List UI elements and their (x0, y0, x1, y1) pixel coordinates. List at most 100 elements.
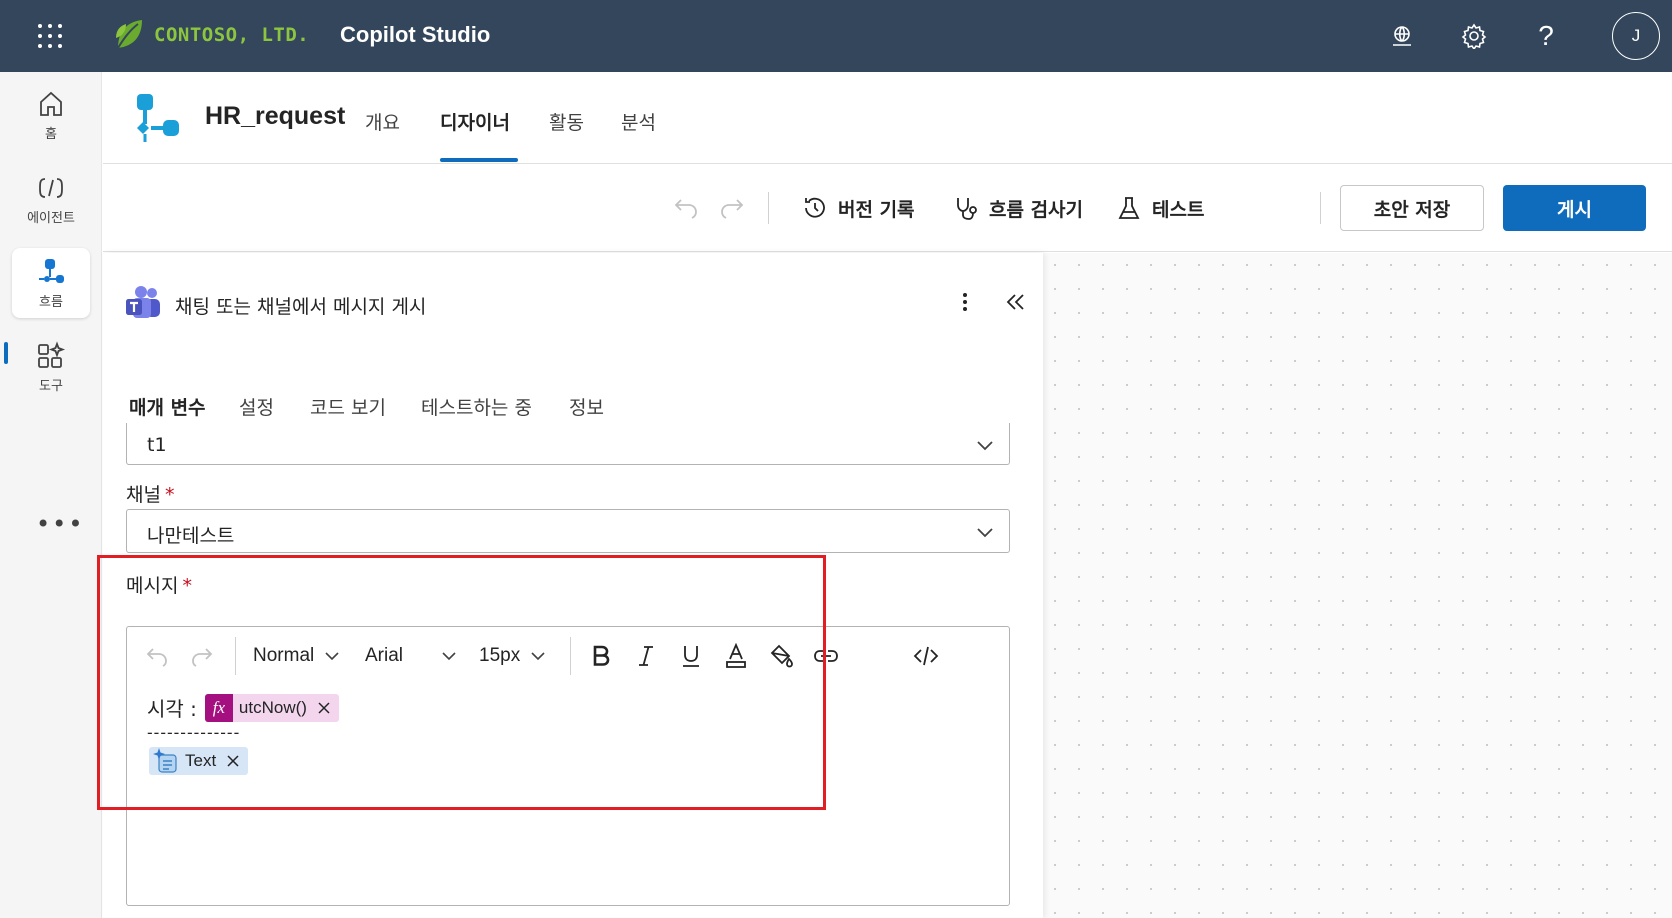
message-line-3: Text (149, 747, 249, 779)
chevron-down-icon (977, 528, 993, 538)
publish-button[interactable]: 게시 (1503, 185, 1646, 231)
font-size-select[interactable]: 15px (479, 645, 546, 667)
font-family-value: Arial (365, 645, 404, 666)
dynamic-content-token-label: Text (185, 751, 217, 770)
separator-text: -------------- (147, 723, 241, 742)
top-bar: CONTOSO, LTD. Copilot Studio ? J (0, 0, 1672, 72)
remove-token-icon[interactable] (222, 750, 244, 772)
rail-item-tools[interactable]: 도구 (12, 332, 90, 402)
bold-icon[interactable] (586, 641, 616, 671)
help-icon[interactable]: ? (1530, 20, 1562, 52)
channel-label-text: 채널 (126, 484, 161, 506)
toolbar-divider (768, 192, 769, 224)
flow-icon (39, 258, 64, 283)
fx-icon: fx (204, 693, 233, 722)
highlight-color-icon[interactable] (766, 641, 796, 671)
font-family-select[interactable]: Arial (365, 645, 457, 667)
rail-item-agents[interactable]: 에이전트 (12, 164, 90, 234)
tab-about[interactable]: 정보 (569, 393, 604, 420)
message-editor[interactable]: Normal Arial 15px 시각: fx utcNow() -----… (126, 626, 1010, 906)
flask-icon (1118, 197, 1140, 219)
required-mark: * (164, 484, 175, 506)
history-icon (805, 197, 825, 218)
time-label: 시각 : (147, 697, 197, 721)
tab-analytics[interactable]: 분석 (621, 108, 656, 135)
designer-toolbar: 버전 기록 흐름 검사기 테스트 초안 저장 게시 (103, 164, 1672, 252)
toolbar-divider (1320, 192, 1321, 224)
editor-undo-icon[interactable] (142, 641, 172, 671)
editor-redo-icon[interactable] (187, 641, 217, 671)
designer-canvas[interactable] (1043, 253, 1672, 918)
italic-icon[interactable] (631, 641, 661, 671)
rail-label: 에이전트 (27, 210, 75, 226)
more-options-icon[interactable] (953, 287, 977, 317)
rail-label: 홈 (45, 126, 57, 142)
link-icon[interactable] (811, 641, 841, 671)
chevron-down-icon (442, 652, 456, 661)
underline-icon[interactable] (676, 641, 706, 671)
tab-parameters[interactable]: 매개 변수 (129, 393, 206, 420)
channel-label: 채널 * (126, 480, 174, 507)
flow-name: HR_request (205, 102, 346, 130)
more-icon[interactable]: ••• (36, 510, 84, 538)
teams-icon (126, 286, 160, 318)
flow-checker-button[interactable]: 흐름 검사기 (953, 188, 1083, 228)
tab-testing[interactable]: 테스트하는 중 (421, 393, 532, 420)
home-icon (40, 91, 62, 116)
flow-icon (137, 94, 179, 142)
environment-icon[interactable] (1386, 20, 1418, 52)
user-avatar[interactable]: J (1612, 12, 1660, 60)
expression-token[interactable]: fx utcNow() (204, 693, 339, 722)
product-title: Copilot Studio (340, 22, 491, 47)
action-title: 채팅 또는 채널에서 메시지 게시 (175, 296, 427, 318)
tools-icon (38, 340, 66, 368)
remove-token-icon[interactable] (313, 697, 335, 719)
undo-icon[interactable] (671, 192, 701, 222)
required-mark: * (182, 575, 192, 597)
left-rail: 홈 에이전트 흐름 도구 ••• (0, 72, 102, 918)
test-label: 테스트 (1152, 198, 1205, 221)
app-launcher-icon[interactable] (38, 24, 62, 48)
block-style-value: Normal (253, 645, 315, 666)
block-style-select[interactable]: Normal (253, 645, 340, 667)
chevron-down-icon (531, 652, 545, 661)
chevron-down-icon (325, 652, 339, 661)
tab-designer[interactable]: 디자이너 (440, 108, 510, 135)
settings-gear-icon[interactable] (1458, 20, 1490, 52)
flow-checker-label: 흐름 검사기 (989, 198, 1084, 221)
test-button[interactable]: 테스트 (1116, 188, 1204, 228)
flow-header: HR_request 개요 디자이너 활동 분석 (103, 72, 1672, 164)
message-label: 메시지 * (126, 571, 192, 598)
message-label-text: 메시지 (126, 575, 179, 597)
code-view-icon[interactable] (911, 641, 941, 671)
channel-select[interactable]: 나만테스트 (126, 509, 1010, 553)
editor-divider (570, 637, 571, 675)
rail-label: 도구 (39, 378, 63, 394)
leaf-icon (116, 20, 142, 49)
channel-select-value: 나만테스트 (147, 525, 235, 547)
ai-text-icon (153, 748, 177, 773)
font-size-value: 15px (479, 645, 521, 666)
team-select-value: t1 (147, 434, 167, 456)
version-history-label: 버전 기록 (838, 198, 915, 221)
message-line-1: 시각 : fx utcNow() (147, 693, 339, 722)
tab-overview[interactable]: 개요 (365, 108, 400, 135)
version-history-button[interactable]: 버전 기록 (802, 188, 915, 228)
save-draft-button[interactable]: 초안 저장 (1340, 185, 1484, 231)
company-logo: CONTOSO, LTD. (114, 18, 309, 52)
redo-icon[interactable] (717, 192, 747, 222)
font-color-icon[interactable] (721, 641, 751, 671)
collapse-panel-icon[interactable] (1001, 287, 1029, 317)
rail-label: 흐름 (39, 294, 63, 310)
action-details-panel: 채팅 또는 채널에서 메시지 게시 매개 변수 설정 코드 보기 테스트하는 중… (103, 253, 1043, 918)
dynamic-content-token[interactable]: Text (149, 747, 249, 775)
tab-activity[interactable]: 활동 (549, 108, 584, 135)
tab-code-view[interactable]: 코드 보기 (310, 393, 386, 420)
editor-divider (235, 637, 236, 675)
team-select[interactable]: t1 (126, 423, 1010, 465)
rail-item-flows[interactable]: 흐름 (12, 248, 90, 318)
agent-icon (39, 177, 63, 198)
tab-settings[interactable]: 설정 (239, 393, 274, 420)
tab-active-underline (440, 158, 518, 162)
rail-item-home[interactable]: 홈 (12, 80, 90, 150)
